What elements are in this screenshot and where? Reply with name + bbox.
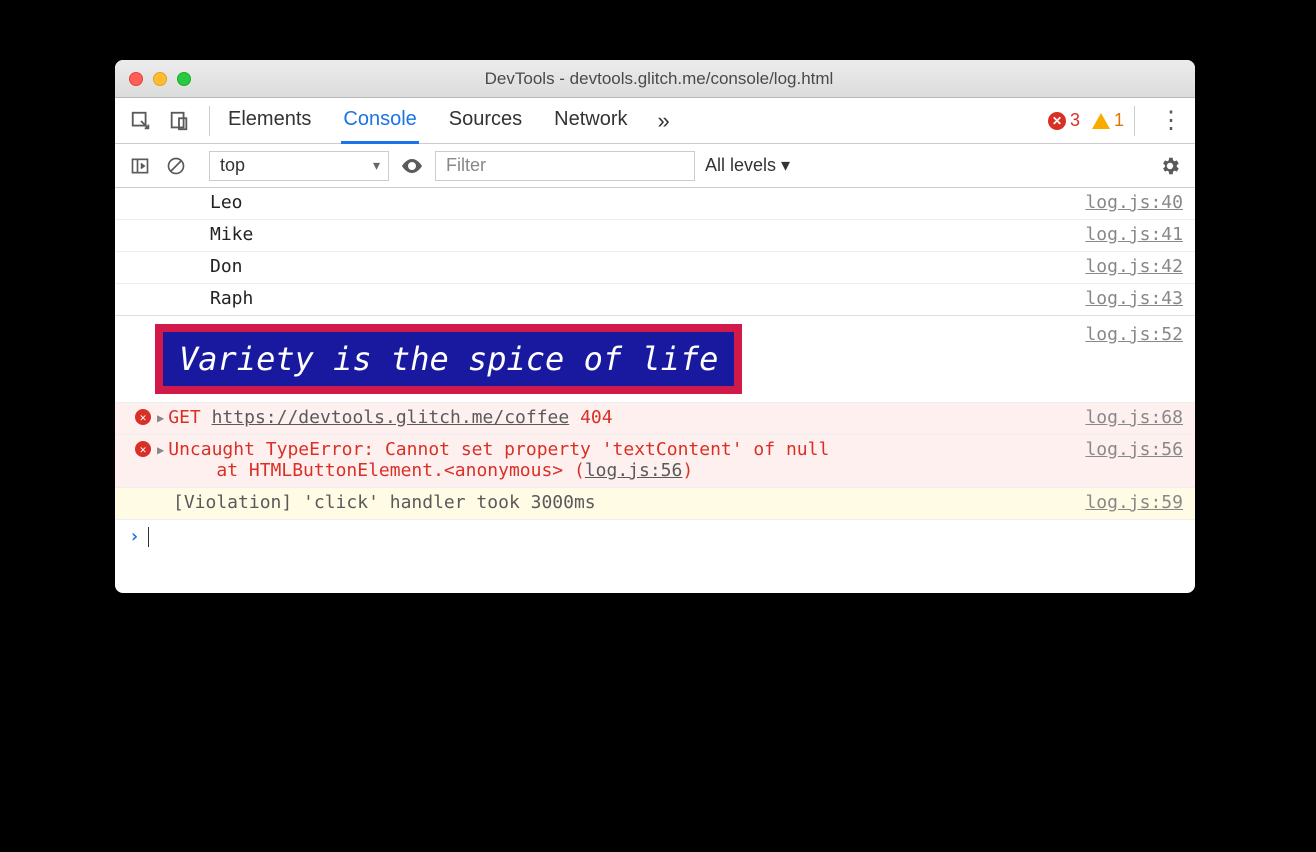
prompt-caret-icon: ›: [129, 526, 140, 547]
stack-link[interactable]: log.js:56: [585, 460, 683, 481]
stack-trace: at HTMLButtonElement.<anonymous> (log.js…: [135, 460, 1183, 481]
traffic-lights: [129, 72, 191, 86]
zoom-icon[interactable]: [177, 72, 191, 86]
context-value: top: [220, 155, 245, 176]
source-link[interactable]: log.js:59: [1085, 492, 1183, 513]
filter-input[interactable]: [435, 151, 695, 181]
panel-tabbar: Elements Console Sources Network » ✕ 3 1…: [115, 98, 1195, 144]
error-row[interactable]: ✕ ▶ Uncaught TypeError: Cannot set prope…: [115, 435, 1195, 488]
violation-row[interactable]: [Violation] 'click' handler took 3000ms …: [115, 488, 1195, 520]
log-row[interactable]: Raph log.js:43: [115, 284, 1195, 316]
log-text: Mike: [210, 224, 253, 245]
http-status: 404: [580, 407, 613, 428]
error-message: Uncaught TypeError: Cannot set property …: [168, 439, 829, 460]
separator: [209, 106, 210, 136]
live-expression-icon[interactable]: [399, 153, 425, 179]
log-text: Raph: [210, 288, 253, 309]
source-link[interactable]: log.js:40: [1085, 192, 1183, 213]
console-output: Leo log.js:40 Mike log.js:41 Don log.js:…: [115, 188, 1195, 593]
expand-icon[interactable]: ▶: [157, 411, 164, 425]
error-row[interactable]: ✕ ▶ GET https://devtools.glitch.me/coffe…: [115, 403, 1195, 435]
expand-icon[interactable]: ▶: [157, 443, 164, 457]
styled-log-text: Variety is the spice of life: [155, 324, 742, 394]
minimize-icon[interactable]: [153, 72, 167, 86]
error-icon: ✕: [135, 409, 151, 425]
error-url[interactable]: https://devtools.glitch.me/coffee: [212, 407, 570, 428]
http-method: GET: [168, 407, 201, 428]
log-levels-selector[interactable]: All levels ▾: [705, 155, 790, 176]
styled-log-row[interactable]: Variety is the spice of life log.js:52: [115, 316, 1195, 403]
source-link[interactable]: log.js:56: [1085, 439, 1183, 460]
error-count: 3: [1070, 110, 1080, 131]
kebab-menu-icon[interactable]: ⋮: [1159, 106, 1183, 135]
sidebar-toggle-icon[interactable]: [127, 153, 153, 179]
tab-console[interactable]: Console: [341, 98, 418, 144]
warning-count-badge[interactable]: 1: [1092, 110, 1124, 131]
warning-count: 1: [1114, 110, 1124, 131]
source-link[interactable]: log.js:52: [1085, 324, 1183, 345]
text-cursor: [148, 527, 149, 547]
window-title: DevTools - devtools.glitch.me/console/lo…: [191, 69, 1127, 89]
settings-gear-icon[interactable]: [1157, 153, 1183, 179]
device-toggle-icon[interactable]: [165, 107, 193, 135]
log-text: Leo: [210, 192, 243, 213]
log-text: Don: [210, 256, 243, 277]
source-link[interactable]: log.js:68: [1085, 407, 1183, 428]
titlebar: DevTools - devtools.glitch.me/console/lo…: [115, 60, 1195, 98]
console-toolbar: top All levels ▾: [115, 144, 1195, 188]
devtools-window: DevTools - devtools.glitch.me/console/lo…: [115, 60, 1195, 593]
log-row[interactable]: Don log.js:42: [115, 252, 1195, 284]
console-prompt[interactable]: ›: [115, 520, 1195, 553]
warning-icon: [1092, 113, 1110, 129]
tab-sources[interactable]: Sources: [447, 98, 524, 144]
separator: [1134, 106, 1135, 136]
source-link[interactable]: log.js:42: [1085, 256, 1183, 277]
panel-tabs: Elements Console Sources Network: [226, 98, 630, 144]
tab-network[interactable]: Network: [552, 98, 629, 144]
context-selector[interactable]: top: [209, 151, 389, 181]
source-link[interactable]: log.js:41: [1085, 224, 1183, 245]
tabs-overflow-icon[interactable]: »: [658, 108, 670, 134]
clear-console-icon[interactable]: [163, 153, 189, 179]
source-link[interactable]: log.js:43: [1085, 288, 1183, 309]
close-icon[interactable]: [129, 72, 143, 86]
levels-label: All levels ▾: [705, 155, 790, 176]
log-row[interactable]: Leo log.js:40: [115, 188, 1195, 220]
log-row[interactable]: Mike log.js:41: [115, 220, 1195, 252]
violation-text: [Violation] 'click' handler took 3000ms: [173, 492, 596, 513]
error-icon: ✕: [1048, 112, 1066, 130]
inspect-icon[interactable]: [127, 107, 155, 135]
error-count-badge[interactable]: ✕ 3: [1048, 110, 1080, 131]
tab-elements[interactable]: Elements: [226, 98, 313, 144]
error-icon: ✕: [135, 441, 151, 457]
